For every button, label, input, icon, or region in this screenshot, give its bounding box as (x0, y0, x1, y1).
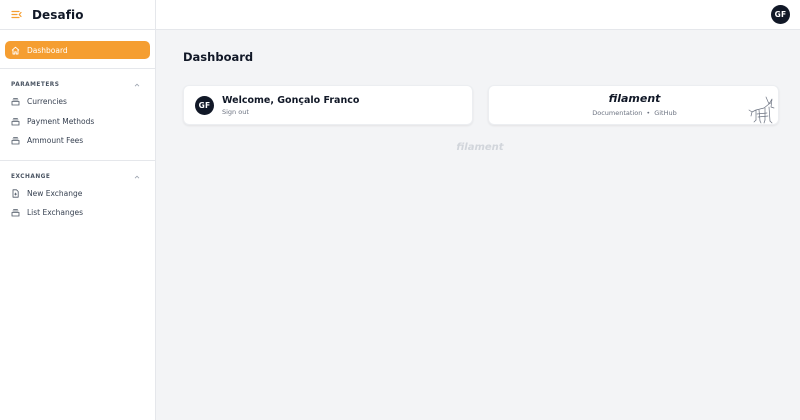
filament-info-card: filament Documentation • GitHub (488, 85, 779, 125)
page-title: Dashboard (183, 50, 254, 64)
mascot-eye (769, 102, 771, 104)
collection-icon (11, 136, 20, 145)
collapse-sidebar-icon[interactable] (11, 10, 23, 20)
sidebar-nav: Dashboard PARAMETERS Currencies Payment … (0, 30, 155, 223)
github-link[interactable]: GitHub (654, 109, 677, 117)
top-bar: GF (156, 0, 800, 30)
document-add-icon (11, 189, 20, 198)
sidebar-item-ammount-fees[interactable]: Ammount Fees (5, 131, 150, 151)
sidebar-item-payment-methods[interactable]: Payment Methods (5, 112, 150, 132)
group-title: EXCHANGE (11, 173, 51, 180)
sidebar-item-label: List Exchanges (27, 208, 84, 218)
chevron-up-icon[interactable] (134, 83, 140, 87)
sign-out-link[interactable]: Sign out (222, 108, 249, 116)
sidebar-item-dashboard[interactable]: Dashboard (5, 41, 150, 59)
sidebar-item-label: Payment Methods (27, 116, 95, 126)
sidebar-item-label: New Exchange (27, 188, 83, 198)
home-icon (11, 46, 20, 55)
sidebar: Desafio Dashboard PARAMETERS Currencies … (0, 0, 156, 420)
collection-icon (11, 97, 20, 106)
app-name[interactable]: Desafio (32, 8, 84, 22)
footer-filament-logo: filament (456, 142, 504, 153)
welcome-message: Welcome, Gonçalo Franco (222, 95, 360, 106)
group-exchange-header[interactable]: EXCHANGE (5, 170, 150, 184)
sidebar-item-label: Ammount Fees (27, 136, 84, 146)
filament-logo[interactable]: filament (489, 92, 778, 105)
filament-links: Documentation • GitHub (489, 109, 778, 117)
sidebar-header: Desafio (0, 0, 155, 30)
sidebar-item-label: Dashboard (27, 45, 68, 55)
user-avatar[interactable]: GF (771, 5, 790, 24)
link-separator: • (646, 109, 651, 117)
group-parameters-header[interactable]: PARAMETERS (5, 78, 150, 92)
chevron-up-icon[interactable] (134, 175, 140, 179)
group-title: PARAMETERS (11, 82, 60, 88)
sidebar-divider (0, 159, 155, 161)
welcome-card: GF Welcome, Gonçalo Franco Sign out (183, 85, 473, 125)
sidebar-item-currencies[interactable]: Currencies (5, 92, 150, 112)
sidebar-divider (0, 68, 155, 69)
collection-icon (11, 117, 20, 126)
filament-mascot-icon (748, 96, 775, 124)
sidebar-item-new-exchange[interactable]: New Exchange (5, 184, 150, 204)
sidebar-item-label: Currencies (27, 97, 67, 107)
collection-icon (11, 208, 20, 217)
documentation-link[interactable]: Documentation (592, 109, 642, 117)
avatar: GF (195, 96, 214, 115)
sidebar-item-list-exchanges[interactable]: List Exchanges (5, 203, 150, 223)
